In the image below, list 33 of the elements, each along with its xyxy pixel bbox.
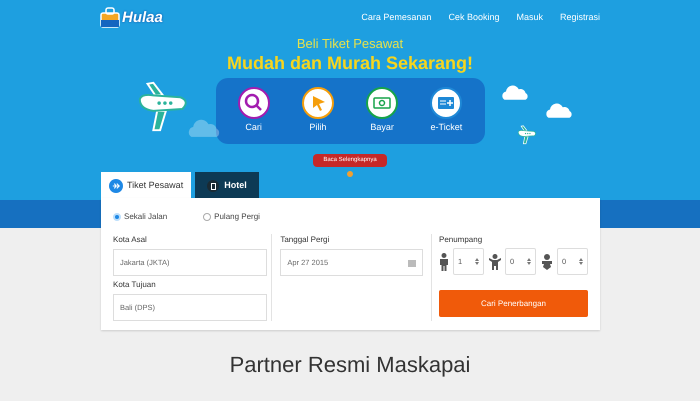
field-label: Penumpang xyxy=(439,234,484,246)
field-label: Kota Asal xyxy=(113,234,148,246)
step-label: e-Ticket xyxy=(430,121,462,134)
hero-subtitle: Beli Tiket Pesawat xyxy=(296,36,404,51)
trip-type-radio[interactable]: Sekali Jalan xyxy=(113,211,168,223)
child-person-icon xyxy=(489,254,501,270)
calendar-icon xyxy=(408,258,416,266)
step-label: Cari xyxy=(245,121,262,134)
spinner-icon xyxy=(579,258,583,265)
step-label: Pilih xyxy=(309,121,326,134)
cloud-icon xyxy=(544,102,574,118)
trip-type-radio[interactable]: Pulang Pergi xyxy=(203,211,260,223)
spinner-icon xyxy=(475,258,479,265)
ticket-icon xyxy=(430,87,462,120)
cloud-icon xyxy=(500,84,530,100)
cloud-icon xyxy=(186,118,222,138)
field-label: Kota Tujuan xyxy=(113,279,157,291)
airplane-drawing xyxy=(516,124,538,146)
section-heading: Partner Resmi Maskapai xyxy=(230,351,470,379)
banknote-icon xyxy=(366,87,398,120)
search-flights-button[interactable]: Cari Penerbangan xyxy=(439,290,588,317)
step-label: Bayar xyxy=(370,121,394,134)
cursor-icon xyxy=(302,87,334,120)
baby-icon xyxy=(541,254,553,270)
adult-person-icon xyxy=(439,252,449,270)
tab[interactable]: Tiket Pesawat xyxy=(101,172,192,200)
hero-title: Mudah dan Murah Sekarang! xyxy=(226,52,474,75)
building-icon xyxy=(207,180,220,192)
field-label: Tanggal Pergi xyxy=(280,234,330,246)
suitcase-icon xyxy=(100,7,120,29)
spinner-icon xyxy=(527,258,531,265)
tab[interactable]: Hotel xyxy=(195,172,259,200)
search-icon xyxy=(238,87,270,120)
